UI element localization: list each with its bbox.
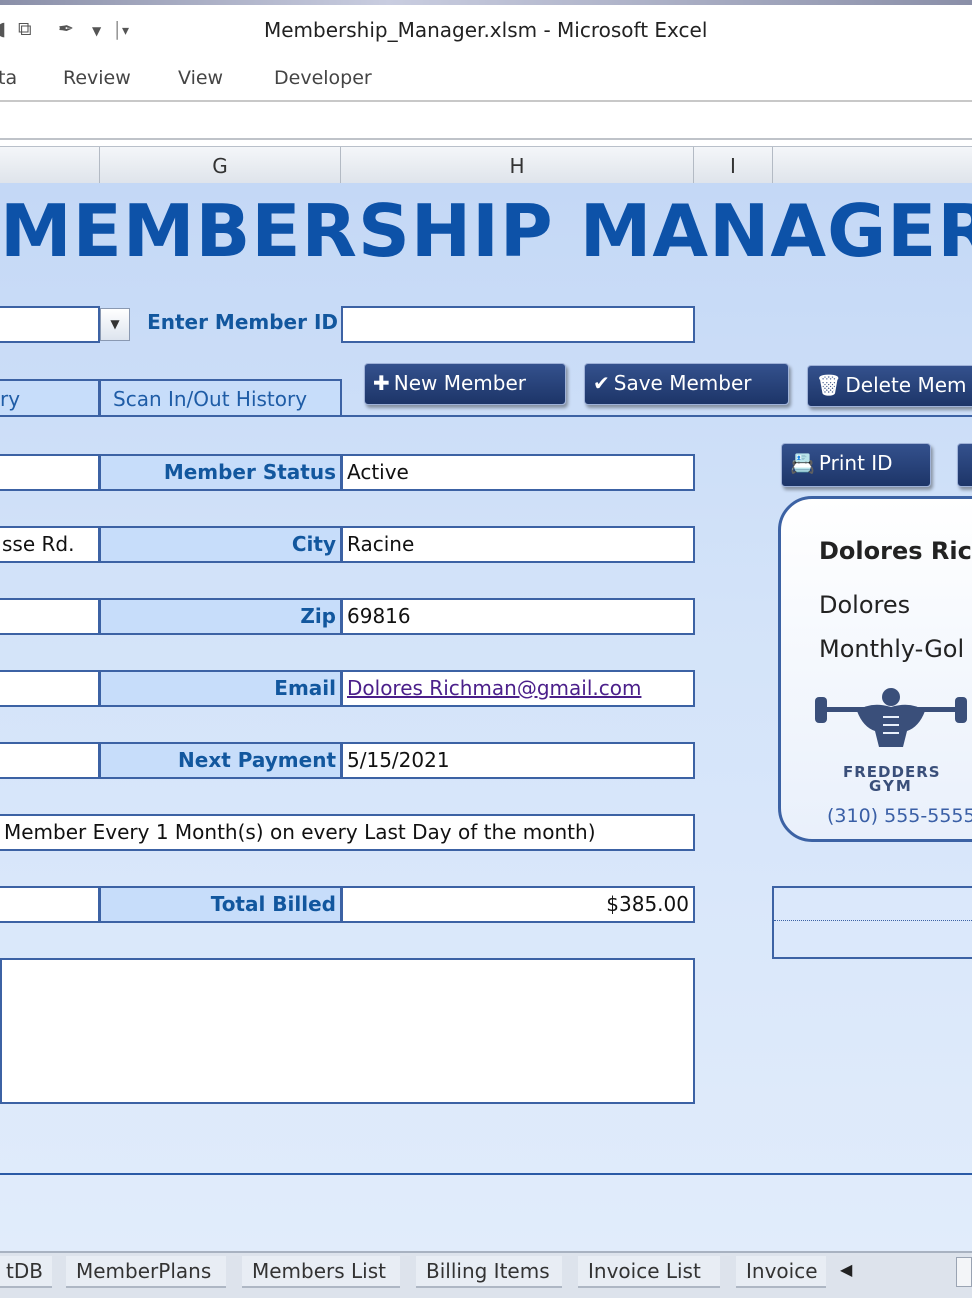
card-full-name: Dolores Rich	[819, 537, 972, 565]
column-header-f[interactable]	[0, 147, 100, 183]
horizontal-scrollbar[interactable]	[956, 1257, 972, 1287]
gym-phone: (310) 555-5555	[827, 805, 972, 827]
sheet-tab-billing-items[interactable]: Billing Items	[416, 1256, 562, 1288]
member-status-label: Member Status	[99, 454, 342, 491]
column-header-h[interactable]: H	[341, 147, 694, 183]
tab-review[interactable]: Review	[63, 67, 131, 89]
extra-button[interactable]	[957, 443, 972, 487]
delete-member-label: Delete Mem	[845, 373, 967, 397]
format-painter-icon[interactable]: ✒	[58, 18, 74, 40]
address-cell[interactable]: sse Rd.	[0, 526, 100, 563]
city-label: City	[99, 526, 342, 563]
gym-name-line2: GYM	[869, 777, 913, 795]
member-id-label: Enter Member ID	[147, 310, 338, 334]
zip-label: Zip	[99, 598, 342, 635]
tab-developer[interactable]: Developer	[274, 67, 372, 89]
title-strip	[0, 0, 972, 5]
undo-icon[interactable]: ◖	[0, 18, 6, 40]
email-value-cell[interactable]: Dolores Richman@gmail.com	[341, 670, 695, 707]
delete-member-button[interactable]: 🗑 Delete Mem	[807, 365, 972, 407]
trash-icon: 🗑	[816, 373, 842, 397]
title-bar: ◖ ⧉ ✒ ▼ | ▾ Membership_Manager.xlsm - Mi…	[0, 0, 972, 58]
left-cell-billed[interactable]	[0, 886, 100, 923]
dropdown-button[interactable]: ▼	[100, 308, 130, 341]
member-id-left-cell[interactable]	[0, 306, 100, 343]
card-first-name: Dolores	[819, 591, 911, 619]
history-tab-left[interactable]: ry	[0, 379, 100, 417]
sheet-tab-invoice-list[interactable]: Invoice List	[578, 1256, 720, 1288]
email-link[interactable]: Dolores Richman@gmail.com	[347, 676, 641, 700]
card-plan: Monthly-Gol	[819, 635, 965, 663]
tab-view[interactable]: View	[178, 67, 223, 89]
tab-data[interactable]: ta	[0, 67, 17, 89]
city-value[interactable]: Racine	[341, 526, 695, 563]
dropdown-arrow-icon[interactable]: ▼	[92, 24, 101, 38]
total-billed-label: Total Billed	[99, 886, 342, 923]
window-title: Membership_Manager.xlsm - Microsoft Exce…	[264, 18, 708, 42]
separator-icon: |	[114, 18, 121, 40]
gym-logo-icon	[815, 688, 967, 747]
left-cell-email[interactable]	[0, 670, 100, 707]
scan-history-tab[interactable]: Scan In/Out History	[99, 379, 342, 417]
sheet-tab-memberplans[interactable]: MemberPlans	[66, 1256, 226, 1288]
column-header-g[interactable]: G	[100, 147, 341, 183]
next-payment-label: Next Payment	[99, 742, 342, 779]
left-cell-status[interactable]	[0, 454, 100, 491]
zip-value[interactable]: 69816	[341, 598, 695, 635]
copy-icon[interactable]: ⧉	[18, 18, 32, 40]
next-payment-value[interactable]: 5/15/2021	[341, 742, 695, 779]
id-card-icon: 📇	[790, 451, 815, 475]
footer-divider	[0, 1173, 972, 1175]
ribbon-tabs: ta Review View Developer	[0, 58, 972, 102]
billing-schedule[interactable]: Member Every 1 Month(s) on every Last Da…	[0, 814, 695, 851]
notes-box[interactable]	[0, 958, 695, 1104]
email-label: Email	[99, 670, 342, 707]
sheet-tab-invoice[interactable]: Invoice	[736, 1256, 826, 1288]
tab-underline	[340, 415, 972, 417]
sheet-tab-members-list[interactable]: Members List	[242, 1256, 400, 1288]
save-member-button[interactable]: ✔ Save Member	[584, 363, 789, 405]
column-header-i[interactable]: I	[694, 147, 773, 183]
member-status-value[interactable]: Active	[341, 454, 695, 491]
worksheet: MEMBERSHIP MANAGER ▼ Enter Member ID ry …	[0, 183, 972, 1251]
left-cell-payment[interactable]	[0, 742, 100, 779]
save-member-label: Save Member	[613, 371, 752, 395]
summary-box	[772, 886, 972, 959]
left-cell-zip[interactable]	[0, 598, 100, 635]
customize-toolbar-icon[interactable]: ▾	[122, 23, 129, 39]
sheet-tabs-bar: tDB MemberPlans Members List Billing Ite…	[0, 1251, 972, 1298]
sheet-tab-tdb[interactable]: tDB	[0, 1256, 52, 1288]
member-id-card: Dolores Rich Dolores Monthly-Gol FREDDER…	[778, 496, 972, 842]
column-headers: G H I	[0, 146, 972, 184]
summary-divider	[774, 920, 972, 922]
chevron-down-icon: ▼	[110, 317, 120, 331]
checkmark-icon: ✔	[593, 371, 610, 395]
column-header-j[interactable]	[773, 147, 972, 183]
formula-bar[interactable]	[0, 104, 972, 140]
print-id-label: Print ID	[818, 451, 893, 475]
new-member-button[interactable]: ✚ New Member	[364, 363, 566, 405]
member-id-input[interactable]	[341, 306, 695, 343]
app-title: MEMBERSHIP MANAGER	[0, 189, 972, 273]
new-member-label: New Member	[393, 371, 527, 395]
print-id-button[interactable]: 📇 Print ID	[781, 443, 931, 487]
plus-icon: ✚	[373, 371, 390, 395]
scroll-tabs-left-icon[interactable]: ◀	[840, 1260, 852, 1279]
total-billed-value[interactable]: $385.00	[341, 886, 695, 923]
